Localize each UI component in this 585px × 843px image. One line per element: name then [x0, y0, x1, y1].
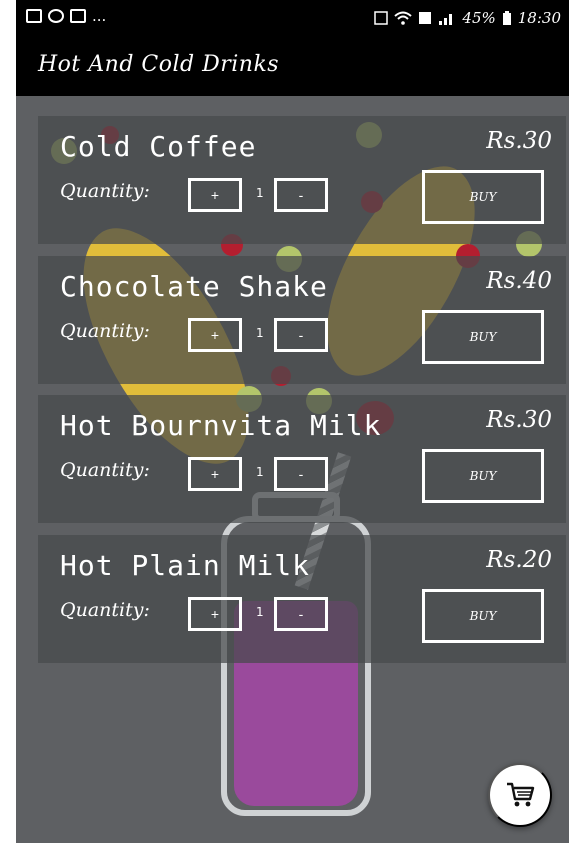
quantity-plus-button[interactable]: +: [188, 457, 242, 491]
shopping-cart-icon: [507, 782, 535, 807]
drink-card: Cold Coffee Rs.30 Quantity: + 1 - BUY: [38, 116, 566, 244]
more-notifications: ...: [92, 7, 107, 25]
quantity-label: Quantity:: [60, 599, 150, 621]
clock: 18:30: [517, 9, 561, 27]
quantity-plus-button[interactable]: +: [188, 318, 242, 352]
status-bar: ... 45% 18:30: [16, 0, 569, 38]
phone-screen: ... 45% 18:30 Hot And Cold Drinks Cold C…: [16, 0, 569, 843]
quantity-label: Quantity:: [60, 459, 150, 481]
quantity-label: Quantity:: [60, 320, 150, 342]
image-icon: [26, 9, 42, 23]
drink-price: Rs.20: [486, 547, 552, 573]
battery-percent: 45%: [462, 9, 496, 27]
quantity-value: 1: [256, 186, 264, 200]
volte-icon: [374, 11, 389, 25]
signal-icon: [439, 14, 453, 25]
drink-name: Hot Plain Milk: [60, 549, 311, 582]
quantity-minus-button[interactable]: -: [274, 318, 328, 352]
drink-name: Hot Bournvita Milk: [60, 409, 382, 442]
buy-button[interactable]: BUY: [422, 170, 544, 224]
buy-button[interactable]: BUY: [422, 589, 544, 643]
drink-price: Rs.40: [486, 268, 552, 294]
quantity-minus-button[interactable]: -: [274, 178, 328, 212]
drink-card: Chocolate Shake Rs.40 Quantity: + 1 - BU…: [38, 256, 566, 384]
wifi-icon: [394, 11, 413, 25]
mail-icon: [70, 9, 86, 23]
quantity-label: Quantity:: [60, 180, 150, 202]
sim-icon: [419, 12, 432, 24]
cart-button[interactable]: [488, 763, 552, 827]
buy-button[interactable]: BUY: [422, 449, 544, 503]
quantity-value: 1: [256, 326, 264, 340]
drink-card: Hot Bournvita Milk Rs.30 Quantity: + 1 -…: [38, 395, 566, 523]
page-title: Hot And Cold Drinks: [38, 52, 280, 77]
status-left: ...: [26, 7, 107, 25]
app-icon: [48, 9, 64, 23]
quantity-minus-button[interactable]: -: [274, 597, 328, 631]
quantity-plus-button[interactable]: +: [188, 597, 242, 631]
quantity-value: 1: [256, 605, 264, 619]
drink-card: Hot Plain Milk Rs.20 Quantity: + 1 - BUY: [38, 535, 566, 663]
buy-button[interactable]: BUY: [422, 310, 544, 364]
quantity-minus-button[interactable]: -: [274, 457, 328, 491]
quantity-value: 1: [256, 465, 264, 479]
app-bar: Hot And Cold Drinks: [16, 38, 569, 96]
drink-price: Rs.30: [486, 128, 552, 154]
battery-icon: [502, 11, 511, 25]
status-right: 45% 18:30: [374, 9, 561, 27]
drink-price: Rs.30: [486, 407, 552, 433]
drink-name: Chocolate Shake: [60, 270, 328, 303]
quantity-plus-button[interactable]: +: [188, 178, 242, 212]
drink-name: Cold Coffee: [60, 130, 257, 163]
